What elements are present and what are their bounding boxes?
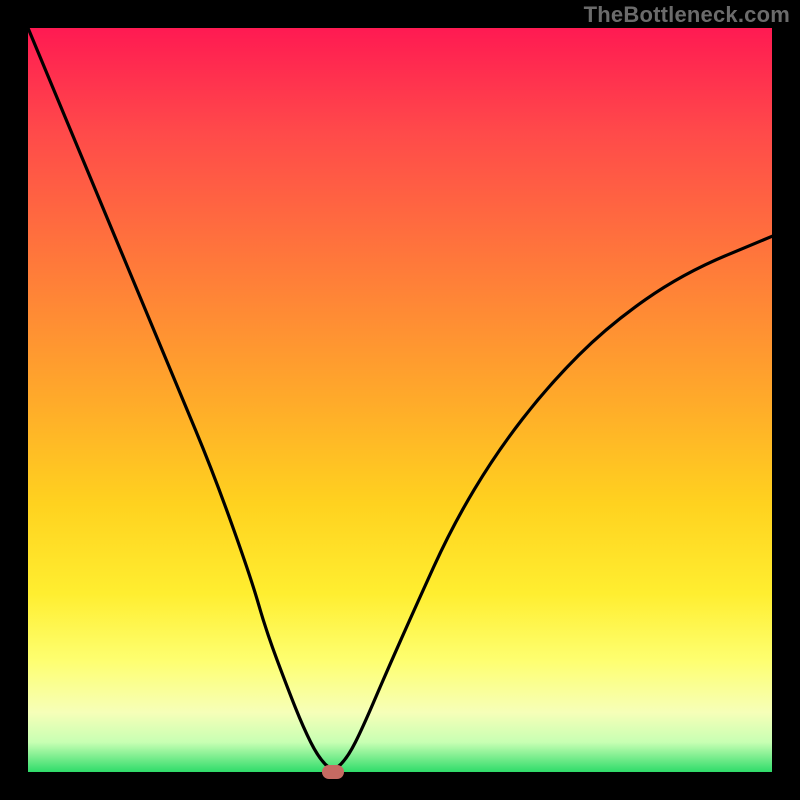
bottleneck-curve	[28, 28, 772, 772]
optimal-point-marker	[322, 765, 344, 779]
plot-area	[28, 28, 772, 772]
watermark-text: TheBottleneck.com	[584, 2, 790, 28]
chart-frame: TheBottleneck.com	[0, 0, 800, 800]
